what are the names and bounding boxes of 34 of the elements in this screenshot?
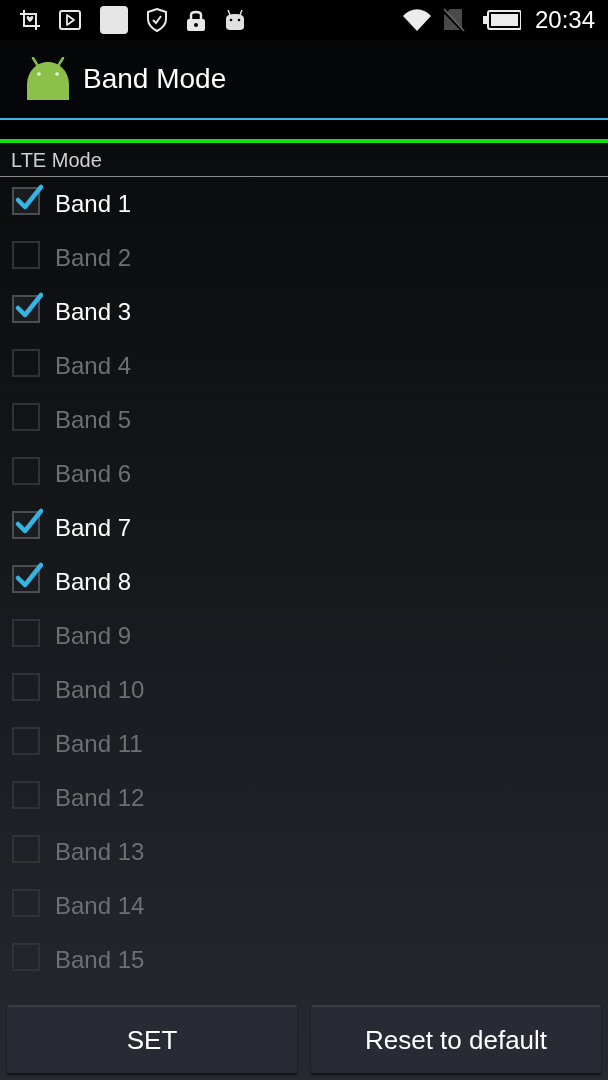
band-label: Band 3 xyxy=(55,300,132,324)
band-label: Band 4 xyxy=(55,354,132,378)
band-label: Band 13 xyxy=(55,840,145,864)
checkbox[interactable] xyxy=(12,183,43,215)
play-icon xyxy=(59,10,81,30)
checkbox[interactable] xyxy=(12,561,43,593)
band-label: Band 11 xyxy=(55,732,143,756)
band-label: Band 2 xyxy=(55,246,132,270)
shield-check-icon xyxy=(147,8,167,32)
action-button[interactable]: Reset to default xyxy=(311,1005,601,1073)
section-header: LTE Mode xyxy=(11,149,102,170)
wifi-icon xyxy=(402,9,431,31)
band-label: Band 12 xyxy=(55,786,145,810)
checkbox[interactable] xyxy=(12,507,43,539)
battery-icon xyxy=(482,10,521,30)
band-label: Band 15 xyxy=(55,948,145,972)
band-label: Band 7 xyxy=(55,516,132,540)
band-label: Band 9 xyxy=(55,624,132,648)
no-sim-icon xyxy=(442,8,465,32)
crop-frame-icon xyxy=(20,10,40,30)
band-label: Band 10 xyxy=(55,678,145,702)
robot-head-icon xyxy=(225,9,245,31)
band-label: Band 8 xyxy=(55,570,132,594)
checkbox[interactable] xyxy=(12,291,43,323)
android-robot-icon xyxy=(26,57,70,101)
clock-time: 20:34 xyxy=(534,8,595,32)
square-icon xyxy=(100,6,128,34)
band-label: Band 6 xyxy=(55,462,132,486)
lock-icon xyxy=(186,9,206,31)
band-label: Band 14 xyxy=(55,894,145,918)
action-button[interactable]: SET xyxy=(7,1005,297,1073)
band-label: Band 1 xyxy=(55,192,132,216)
band-label: Band 5 xyxy=(55,408,132,432)
app-title: Band Mode xyxy=(83,65,227,93)
